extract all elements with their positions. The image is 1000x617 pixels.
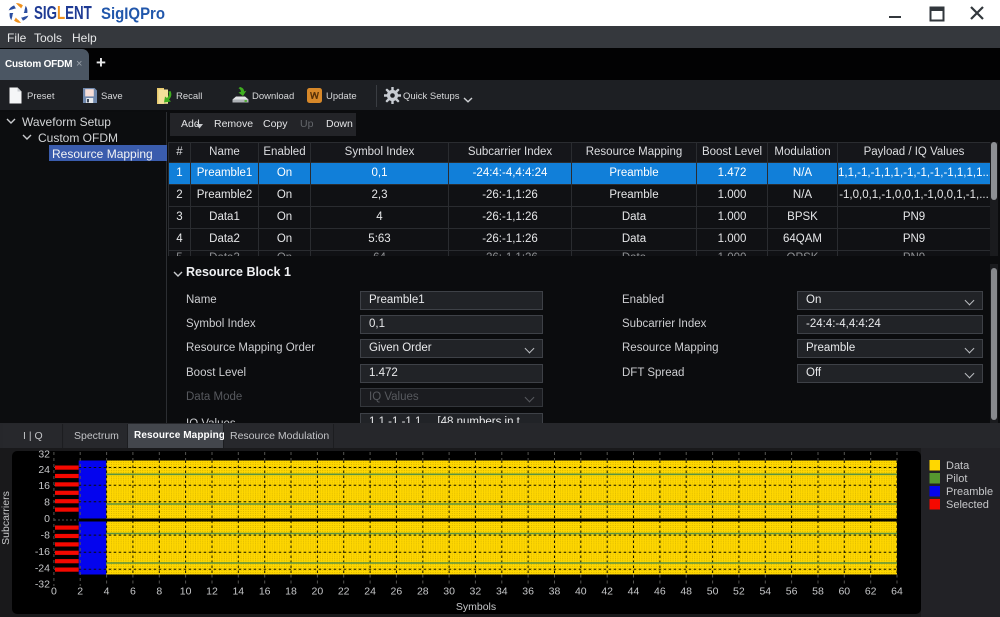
svg-text:50: 50 [707,585,719,597]
svg-text:22: 22 [338,585,350,597]
svg-text:48: 48 [680,585,692,597]
svg-text:64: 64 [891,585,903,597]
svg-text:32: 32 [38,449,50,461]
svg-text:24: 24 [38,464,50,476]
svg-text:Pilot: Pilot [946,473,967,485]
svg-text:40: 40 [575,585,587,597]
svg-text:8: 8 [44,497,50,509]
svg-text:8: 8 [156,585,162,597]
svg-text:52: 52 [733,585,745,597]
svg-text:54: 54 [759,585,771,597]
svg-text:6: 6 [130,585,136,597]
svg-text:24: 24 [364,585,376,597]
svg-text:30: 30 [443,585,455,597]
svg-text:10: 10 [180,585,192,597]
svg-text:-16: -16 [35,546,50,558]
svg-text:0: 0 [44,513,50,525]
svg-text:56: 56 [786,585,798,597]
svg-text:16: 16 [259,585,271,597]
svg-text:32: 32 [470,585,482,597]
svg-text:20: 20 [312,585,324,597]
svg-text:46: 46 [654,585,666,597]
svg-text:18: 18 [285,585,297,597]
svg-text:62: 62 [865,585,877,597]
svg-text:4: 4 [104,585,110,597]
svg-text:16: 16 [38,480,50,492]
svg-text:58: 58 [812,585,824,597]
svg-text:14: 14 [232,585,244,597]
svg-text:2: 2 [77,585,83,597]
svg-text:12: 12 [206,585,218,597]
svg-text:-8: -8 [41,530,50,542]
svg-text:26: 26 [391,585,403,597]
svg-text:0: 0 [51,585,57,597]
svg-text:Preamble: Preamble [946,486,993,498]
svg-text:Symbols: Symbols [456,601,496,613]
svg-text:36: 36 [522,585,534,597]
svg-text:-24: -24 [35,563,50,575]
svg-text:38: 38 [549,585,561,597]
svg-text:-32: -32 [35,579,50,591]
svg-text:Data: Data [946,460,970,472]
svg-text:Subcarriers: Subcarriers [0,491,12,545]
svg-text:42: 42 [601,585,613,597]
svg-text:60: 60 [838,585,850,597]
svg-text:44: 44 [628,585,640,597]
svg-text:Selected: Selected [946,499,989,511]
svg-text:28: 28 [417,585,429,597]
svg-text:34: 34 [496,585,508,597]
